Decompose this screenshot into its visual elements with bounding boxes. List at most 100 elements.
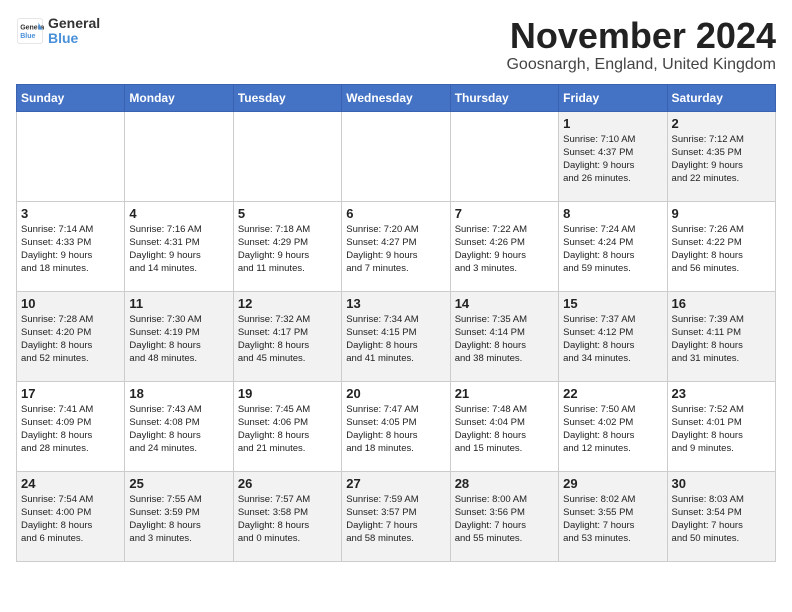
day-number: 19: [238, 386, 337, 401]
calendar-cell: 17 Sunrise: 7:41 AM Sunset: 4:09 PM Dayli…: [17, 381, 125, 471]
calendar-cell: 27 Sunrise: 7:59 AM Sunset: 3:57 PM Dayli…: [342, 471, 450, 561]
location: Goosnargh, England, United Kingdom: [506, 56, 776, 74]
day-number: 18: [129, 386, 228, 401]
calendar-cell: 8 Sunrise: 7:24 AM Sunset: 4:24 PM Daylig…: [559, 201, 667, 291]
day-number: 22: [563, 386, 662, 401]
calendar-cell: 28Sunrise: 8:00 AM Sunset: 3:56 PM Dayli…: [450, 471, 558, 561]
calendar-cell: 6 Sunrise: 7:20 AM Sunset: 4:27 PM Daylig…: [342, 201, 450, 291]
header-day: Sunday: [17, 84, 125, 111]
header-day: Saturday: [667, 84, 775, 111]
calendar-cell: 9Sunrise: 7:26 AM Sunset: 4:22 PM Daylig…: [667, 201, 775, 291]
day-number: 6: [346, 206, 445, 221]
calendar-cell: 1Sunrise: 7:10 AM Sunset: 4:37 PM Daylig…: [559, 111, 667, 201]
day-number: 29: [563, 476, 662, 491]
calendar-header: SundayMondayTuesdayWednesdayThursdayFrid…: [17, 84, 776, 111]
day-number: 25: [129, 476, 228, 491]
cell-text: Sunrise: 8:00 AM Sunset: 3:56 PM Dayligh…: [455, 493, 554, 546]
calendar-cell: 18 Sunrise: 7:43 AM Sunset: 4:08 PM Dayli…: [125, 381, 233, 471]
calendar-body: 1Sunrise: 7:10 AM Sunset: 4:37 PM Daylig…: [17, 111, 776, 561]
day-number: 15: [563, 296, 662, 311]
day-number: 9: [672, 206, 771, 221]
day-number: 21: [455, 386, 554, 401]
cell-text: Sunrise: 7:54 AM Sunset: 4:00 PM Dayligh…: [21, 493, 120, 546]
header: General Blue General Blue November 2024 …: [16, 16, 776, 74]
cell-text: Sunrise: 7:14 AM Sunset: 4:33 PM Dayligh…: [21, 223, 120, 276]
calendar-cell: 22 Sunrise: 7:50 AM Sunset: 4:02 PM Dayli…: [559, 381, 667, 471]
cell-text: Sunrise: 7:48 AM Sunset: 4:04 PM Dayligh…: [455, 403, 554, 456]
day-number: 27: [346, 476, 445, 491]
cell-text: Sunrise: 7:18 AM Sunset: 4:29 PM Dayligh…: [238, 223, 337, 276]
cell-text: Sunrise: 7:12 AM Sunset: 4:35 PM Dayligh…: [672, 133, 771, 186]
day-number: 11: [129, 296, 228, 311]
cell-text: Sunrise: 7:10 AM Sunset: 4:37 PM Dayligh…: [563, 133, 662, 186]
cell-text: Sunrise: 7:50 AM Sunset: 4:02 PM Dayligh…: [563, 403, 662, 456]
day-number: 7: [455, 206, 554, 221]
day-number: 30: [672, 476, 771, 491]
day-number: 5: [238, 206, 337, 221]
svg-text:Blue: Blue: [20, 33, 35, 40]
cell-text: Sunrise: 7:45 AM Sunset: 4:06 PM Dayligh…: [238, 403, 337, 456]
calendar-cell: 5 Sunrise: 7:18 AM Sunset: 4:29 PM Daylig…: [233, 201, 341, 291]
day-number: 4: [129, 206, 228, 221]
calendar-cell: 4 Sunrise: 7:16 AM Sunset: 4:31 PM Daylig…: [125, 201, 233, 291]
cell-text: Sunrise: 7:37 AM Sunset: 4:12 PM Dayligh…: [563, 313, 662, 366]
calendar-cell: [233, 111, 341, 201]
cell-text: Sunrise: 7:52 AM Sunset: 4:01 PM Dayligh…: [672, 403, 771, 456]
calendar-table: SundayMondayTuesdayWednesdayThursdayFrid…: [16, 84, 776, 562]
cell-text: Sunrise: 7:35 AM Sunset: 4:14 PM Dayligh…: [455, 313, 554, 366]
cell-text: Sunrise: 7:20 AM Sunset: 4:27 PM Dayligh…: [346, 223, 445, 276]
calendar-cell: [17, 111, 125, 201]
logo-general: General: [48, 16, 100, 31]
calendar-cell: 12Sunrise: 7:32 AM Sunset: 4:17 PM Dayli…: [233, 291, 341, 381]
day-number: 24: [21, 476, 120, 491]
title-area: November 2024 Goosnargh, England, United…: [506, 16, 776, 74]
calendar-cell: 15 Sunrise: 7:37 AM Sunset: 4:12 PM Dayli…: [559, 291, 667, 381]
calendar-cell: 10 Sunrise: 7:28 AM Sunset: 4:20 PM Dayli…: [17, 291, 125, 381]
header-day: Wednesday: [342, 84, 450, 111]
calendar-cell: 3 Sunrise: 7:14 AM Sunset: 4:33 PM Daylig…: [17, 201, 125, 291]
calendar-cell: 26Sunrise: 7:57 AM Sunset: 3:58 PM Dayli…: [233, 471, 341, 561]
cell-text: Sunrise: 7:43 AM Sunset: 4:08 PM Dayligh…: [129, 403, 228, 456]
cell-text: Sunrise: 7:41 AM Sunset: 4:09 PM Dayligh…: [21, 403, 120, 456]
day-number: 23: [672, 386, 771, 401]
day-number: 10: [21, 296, 120, 311]
cell-text: Sunrise: 7:30 AM Sunset: 4:19 PM Dayligh…: [129, 313, 228, 366]
calendar-cell: 19 Sunrise: 7:45 AM Sunset: 4:06 PM Dayli…: [233, 381, 341, 471]
cell-text: Sunrise: 7:47 AM Sunset: 4:05 PM Dayligh…: [346, 403, 445, 456]
calendar-cell: 2 Sunrise: 7:12 AM Sunset: 4:35 PM Daylig…: [667, 111, 775, 201]
calendar-cell: 24 Sunrise: 7:54 AM Sunset: 4:00 PM Dayli…: [17, 471, 125, 561]
day-number: 3: [21, 206, 120, 221]
cell-text: Sunrise: 7:59 AM Sunset: 3:57 PM Dayligh…: [346, 493, 445, 546]
calendar-cell: 23 Sunrise: 7:52 AM Sunset: 4:01 PM Dayli…: [667, 381, 775, 471]
logo-icon: General Blue: [16, 17, 44, 45]
day-number: 14: [455, 296, 554, 311]
cell-text: Sunrise: 8:02 AM Sunset: 3:55 PM Dayligh…: [563, 493, 662, 546]
day-number: 16: [672, 296, 771, 311]
day-number: 26: [238, 476, 337, 491]
calendar-cell: 16Sunrise: 7:39 AM Sunset: 4:11 PM Dayli…: [667, 291, 775, 381]
day-number: 13: [346, 296, 445, 311]
cell-text: Sunrise: 7:55 AM Sunset: 3:59 PM Dayligh…: [129, 493, 228, 546]
calendar-cell: 20 Sunrise: 7:47 AM Sunset: 4:05 PM Dayli…: [342, 381, 450, 471]
logo-blue: Blue: [48, 31, 100, 46]
header-day: Tuesday: [233, 84, 341, 111]
calendar-cell: 25 Sunrise: 7:55 AM Sunset: 3:59 PM Dayli…: [125, 471, 233, 561]
cell-text: Sunrise: 7:28 AM Sunset: 4:20 PM Dayligh…: [21, 313, 120, 366]
day-number: 20: [346, 386, 445, 401]
calendar-cell: 29 Sunrise: 8:02 AM Sunset: 3:55 PM Dayli…: [559, 471, 667, 561]
cell-text: Sunrise: 7:24 AM Sunset: 4:24 PM Dayligh…: [563, 223, 662, 276]
header-day: Thursday: [450, 84, 558, 111]
logo: General Blue General Blue: [16, 16, 100, 47]
day-number: 17: [21, 386, 120, 401]
cell-text: Sunrise: 7:34 AM Sunset: 4:15 PM Dayligh…: [346, 313, 445, 366]
calendar-cell: [450, 111, 558, 201]
day-number: 12: [238, 296, 337, 311]
calendar-cell: 13 Sunrise: 7:34 AM Sunset: 4:15 PM Dayli…: [342, 291, 450, 381]
calendar-cell: 14 Sunrise: 7:35 AM Sunset: 4:14 PM Dayli…: [450, 291, 558, 381]
calendar-cell: [342, 111, 450, 201]
header-day: Monday: [125, 84, 233, 111]
cell-text: Sunrise: 7:16 AM Sunset: 4:31 PM Dayligh…: [129, 223, 228, 276]
calendar-cell: 30Sunrise: 8:03 AM Sunset: 3:54 PM Dayli…: [667, 471, 775, 561]
day-number: 8: [563, 206, 662, 221]
day-number: 2: [672, 116, 771, 131]
